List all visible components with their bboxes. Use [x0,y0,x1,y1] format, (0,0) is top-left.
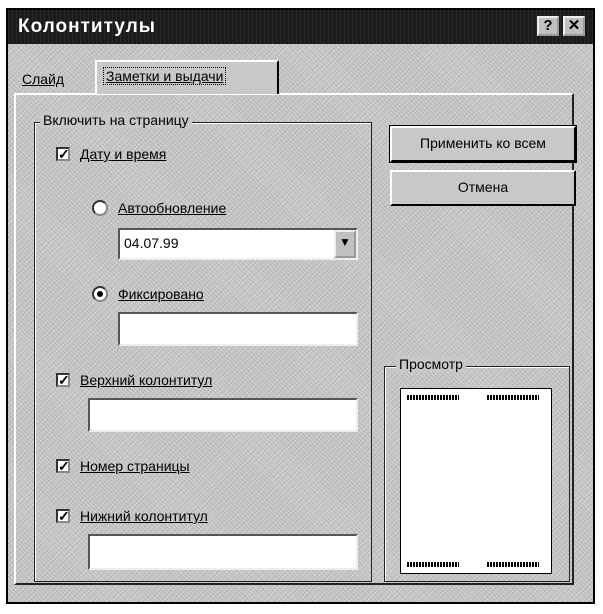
header-label: Верхний колонтитул [80,372,213,388]
footer-row[interactable]: ✓ Нижний колонтитул [56,508,208,524]
header-checkbox[interactable]: ✓ [56,373,70,387]
fixed-radio[interactable] [92,286,108,302]
apply-all-button[interactable]: Применить ко всем [389,125,577,163]
title-bar: Колонтитулы ? ✕ [8,10,593,44]
tab-slide-label: Слайд [22,71,65,87]
footer-label: Нижний колонтитул [80,508,208,524]
fixed-date-input[interactable] [118,312,358,346]
header-input[interactable] [88,398,358,432]
page-number-checkbox[interactable]: ✓ [56,459,70,473]
page-number-row[interactable]: ✓ Номер страницы [56,458,190,474]
tab-notes-handouts[interactable]: Заметки и выдачи [95,60,279,94]
preview-footer-right [487,562,539,567]
help-button[interactable]: ? [537,16,559,36]
header-row[interactable]: ✓ Верхний колонтитул [56,372,212,388]
date-format-select[interactable]: 04.07.99 ▼ [118,228,358,260]
date-time-row[interactable]: ✓ Дату и время [56,146,166,162]
auto-update-label: Автообновление [118,200,227,216]
date-format-value: 04.07.99 [124,235,179,251]
preview-page [400,388,552,574]
preview-header-right [487,395,539,400]
fixed-row[interactable]: Фиксировано [92,286,204,302]
date-time-label: Дату и время [80,146,167,162]
cancel-button[interactable]: Отмена [390,170,576,206]
footer-input[interactable] [88,534,358,570]
auto-update-row[interactable]: Автообновление [92,200,226,216]
include-legend: Включить на страницу [40,112,192,128]
preview-header-left [407,395,459,400]
page-number-label: Номер страницы [80,458,190,474]
chevron-down-icon[interactable]: ▼ [334,230,356,258]
date-time-checkbox[interactable]: ✓ [56,147,70,161]
close-button[interactable]: ✕ [563,16,585,36]
window-title: Колонтитулы [18,16,157,37]
tab-notes-label: Заметки и выдачи [103,67,227,85]
preview-legend: Просмотр [396,356,466,372]
auto-update-radio[interactable] [92,200,108,216]
footer-checkbox[interactable]: ✓ [56,509,70,523]
tab-slide[interactable]: Слайд [16,66,92,94]
preview-footer-left [407,562,459,567]
fixed-label: Фиксировано [118,286,204,302]
